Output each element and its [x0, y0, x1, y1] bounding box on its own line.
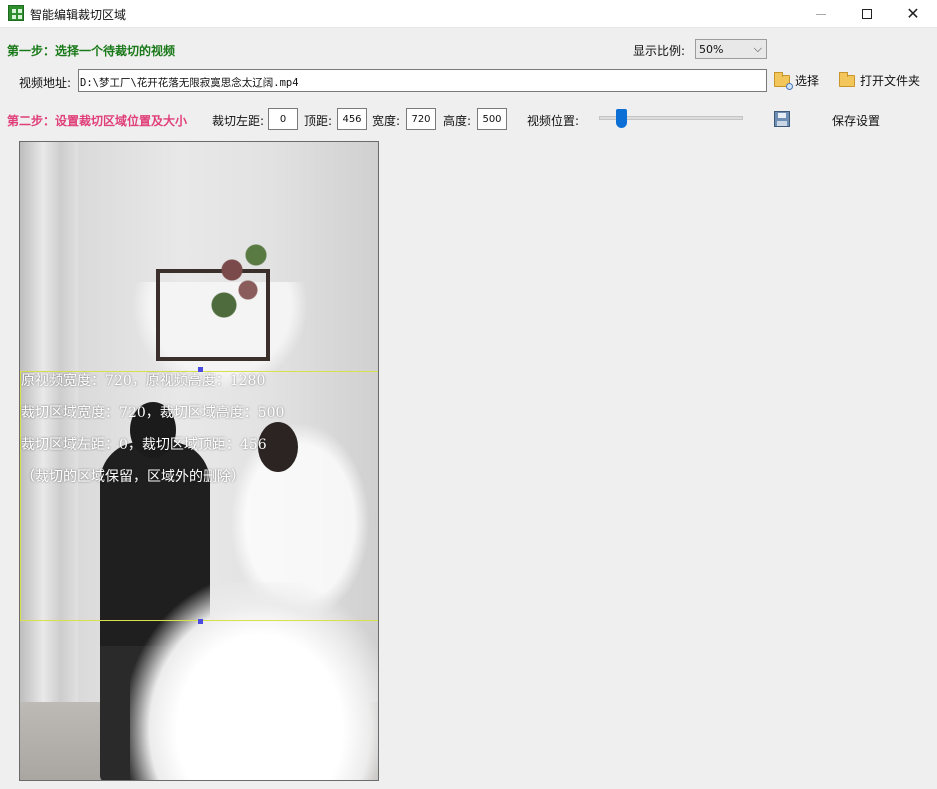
crop-height-label: 高度:: [443, 114, 472, 128]
crop-handle-bottom[interactable]: [198, 619, 203, 624]
preview-flowers: [200, 230, 280, 330]
close-icon: ✕: [906, 4, 920, 23]
info-crop-size: 裁切区域宽度：720，裁切区域高度：500: [21, 405, 285, 421]
crop-top-label: 顶距:: [304, 114, 333, 128]
video-position-slider-thumb[interactable]: [616, 109, 627, 128]
window-title: 智能编辑裁切区域: [30, 8, 127, 22]
crop-left-label: 裁切左距:: [212, 114, 265, 128]
info-crop-note: （裁切的区域保留，区域外的删除）: [21, 469, 245, 485]
minimize-icon: [816, 13, 826, 15]
address-label: 视频地址:: [19, 76, 72, 90]
ratio-label: 显示比例:: [633, 44, 686, 58]
step1-label: 第一步：选择一个待裁切的视频: [7, 44, 176, 58]
crop-top-input[interactable]: 456: [337, 108, 367, 130]
ratio-select[interactable]: 50% ⌵: [695, 39, 767, 59]
info-original-size: 原视频宽度：720，原视频高度：1280: [21, 373, 266, 389]
title-bar: 智能编辑裁切区域 ✕: [0, 0, 937, 28]
crop-left-input[interactable]: 0: [268, 108, 298, 130]
crop-width-input[interactable]: 720: [406, 108, 436, 130]
info-crop-offset: 裁切区域左距：0，裁切区域顶距：456: [21, 437, 267, 453]
maximize-button[interactable]: [844, 0, 890, 28]
step2-label: 第二步：设置裁切区域位置及大小: [7, 114, 188, 128]
save-settings-button[interactable]: 保存设置: [832, 112, 880, 129]
video-position-label: 视频位置:: [527, 114, 580, 128]
minimize-button[interactable]: [798, 0, 844, 28]
ratio-value: 50%: [699, 43, 724, 56]
folder-search-icon: [774, 71, 793, 90]
crop-height-input[interactable]: 500: [477, 108, 507, 130]
open-folder-button[interactable]: 打开文件夹: [839, 71, 921, 89]
folder-icon: [839, 71, 855, 87]
select-button-label: 选择: [795, 74, 820, 88]
chevron-down-icon: ⌵: [753, 42, 762, 55]
select-button[interactable]: 选择: [774, 71, 820, 90]
video-preview[interactable]: 原视频宽度：720，原视频高度：1280 裁切区域宽度：720，裁切区域高度：5…: [19, 141, 379, 781]
save-icon[interactable]: [774, 111, 790, 127]
crop-width-label: 宽度:: [372, 114, 401, 128]
app-icon: [8, 5, 24, 21]
video-address-input[interactable]: D:\梦工厂\花开花落无限寂寞思念太辽阔.mp4: [78, 69, 767, 92]
close-button[interactable]: ✕: [890, 0, 936, 28]
open-folder-button-label: 打开文件夹: [860, 74, 921, 88]
maximize-icon: [862, 9, 872, 19]
